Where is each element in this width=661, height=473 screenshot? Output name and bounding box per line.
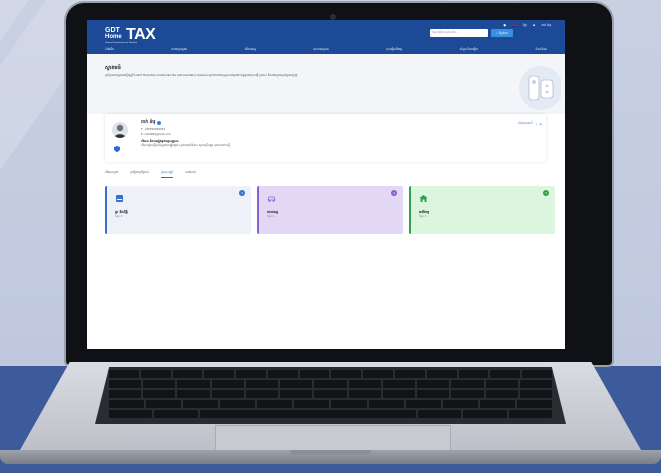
laptop-base <box>0 362 661 473</box>
card-sub: ចំនួន 4 <box>267 215 275 218</box>
card-sub: ចំនួន 2 <box>115 215 123 218</box>
profile-card: ចាក់ ឆ៉ារុ T: +85599999991 E: sok999@gma… <box>105 114 546 162</box>
search-input[interactable]: ស្វែងរកអ្វីដែលអ្នកចង់ដឹង... <box>430 29 488 37</box>
logo-line2: Home <box>105 34 122 40</box>
tab-settings[interactable]: ការកំណត់ <box>185 170 196 178</box>
logo[interactable]: GDT Home TAX General Department of Taxat… <box>105 27 157 45</box>
bell-icon[interactable]: ● <box>503 23 506 27</box>
page-title: ស្វាគមន៍ <box>105 65 121 71</box>
profile-tabs: ព័ត៌មានទូទៅ ប្រវត្តិការប្រើប្រាស់ ទ្រព្យ… <box>105 170 546 178</box>
profile-name: ចាក់ ឆ៉ារុ <box>141 120 162 126</box>
card-badge: 4 <box>391 190 397 196</box>
main-nav: ទំព័រដើម សេវាកម្មពន្ធដារ ព័ត៌មានពន្ធ ឯកស… <box>87 44 565 54</box>
asset-card-business[interactable]: 3 អាជីវកម្ម ចំនួន 3 <box>409 186 555 234</box>
avatar <box>112 122 128 138</box>
asset-card-house[interactable]: 2 ផ្ទះ និងដីធ្លី ចំនួន 2 <box>105 186 251 234</box>
user-icon: ♟ <box>532 23 536 27</box>
tab-general[interactable]: ព័ត៌មានទូទៅ <box>105 170 118 178</box>
laptop-notch <box>290 450 371 455</box>
keyboard <box>95 367 566 424</box>
nav-item-services[interactable]: សេវាកម្មពន្ធដារ <box>171 47 187 52</box>
profile-name-text: ចាក់ ឆ៉ារុ <box>141 120 156 125</box>
top-actions: ● ខ្មែរ ♟ ចាក់ ឆ៉ារុ <box>503 21 551 29</box>
nav-item-register[interactable]: ចុះបញ្ជីអាជីវកម្ម <box>386 47 402 52</box>
house-icon <box>116 195 123 202</box>
nav-item-news[interactable]: ព័ត៌មានពន្ធ <box>245 47 257 52</box>
nav-item-contact[interactable]: ទំនាក់ទំនង <box>535 47 547 52</box>
card-badge: 2 <box>239 190 245 196</box>
logo-line1: GDT <box>105 27 120 34</box>
search-button-label: ស្វែងរក <box>499 30 508 35</box>
asset-card-vehicle[interactable]: 4 យានយន្ត ចំនួន 4 <box>257 186 403 234</box>
profile-email: E: sok999@gmail.com <box>141 132 171 136</box>
card-badge: 3 <box>543 190 549 196</box>
separator: | <box>535 121 537 126</box>
tab-history[interactable]: ប្រវត្តិការប្រើប្រាស់ <box>130 170 148 178</box>
flag-icon <box>511 23 517 27</box>
menu-icon[interactable]: ☰ <box>540 122 542 126</box>
trackpad <box>215 425 451 453</box>
banner-description: ប្រព័ន្ធសេវាពន្ធដារអេឡិចត្រូនិក GDT Home… <box>105 73 298 77</box>
account-info-link[interactable]: ព័ត៌មានគណនី <box>518 121 532 126</box>
avatar-icon <box>114 124 126 138</box>
car-icon <box>267 196 276 202</box>
store-icon <box>419 195 428 202</box>
user-menu[interactable]: ចាក់ ឆ៉ារុ <box>541 23 551 28</box>
profile-phone: T: +85599999991 <box>141 127 166 131</box>
logo-mark: TAX <box>126 26 156 43</box>
card-sub: ចំនួន 3 <box>419 215 427 218</box>
verified-icon <box>157 121 162 125</box>
nav-item-home[interactable]: ទំព័រដើម <box>105 47 114 52</box>
language-selector[interactable]: ខ្មែរ <box>523 23 527 28</box>
search-button[interactable]: ⌕ ស្វែងរក <box>491 29 513 37</box>
welcome-banner: ស្វាគមន៍ ប្រព័ន្ធសេវាពន្ធដារអេឡិចត្រូនិក… <box>87 54 565 114</box>
nav-item-documents[interactable]: ឯកសារពន្ធដារ <box>313 47 328 52</box>
tab-assets[interactable]: ទ្រព្យសម្បត្តិ <box>160 170 174 178</box>
shield-icon <box>114 146 120 152</box>
nav-item-faq[interactable]: សំណួរ និងចម្លើយ <box>460 47 479 52</box>
banner-illustration <box>519 66 561 110</box>
screen: GDT Home TAX General Department of Taxat… <box>87 20 565 349</box>
status-description: ព័ត៌មានអ្នកប្រើប្រាស់ត្រូវបានផ្ទៀងផ្ទាត់… <box>141 143 231 147</box>
profile-actions: ព័ត៌មានគណនី | ☰ <box>518 121 542 126</box>
search-icon: ⌕ <box>496 31 499 35</box>
